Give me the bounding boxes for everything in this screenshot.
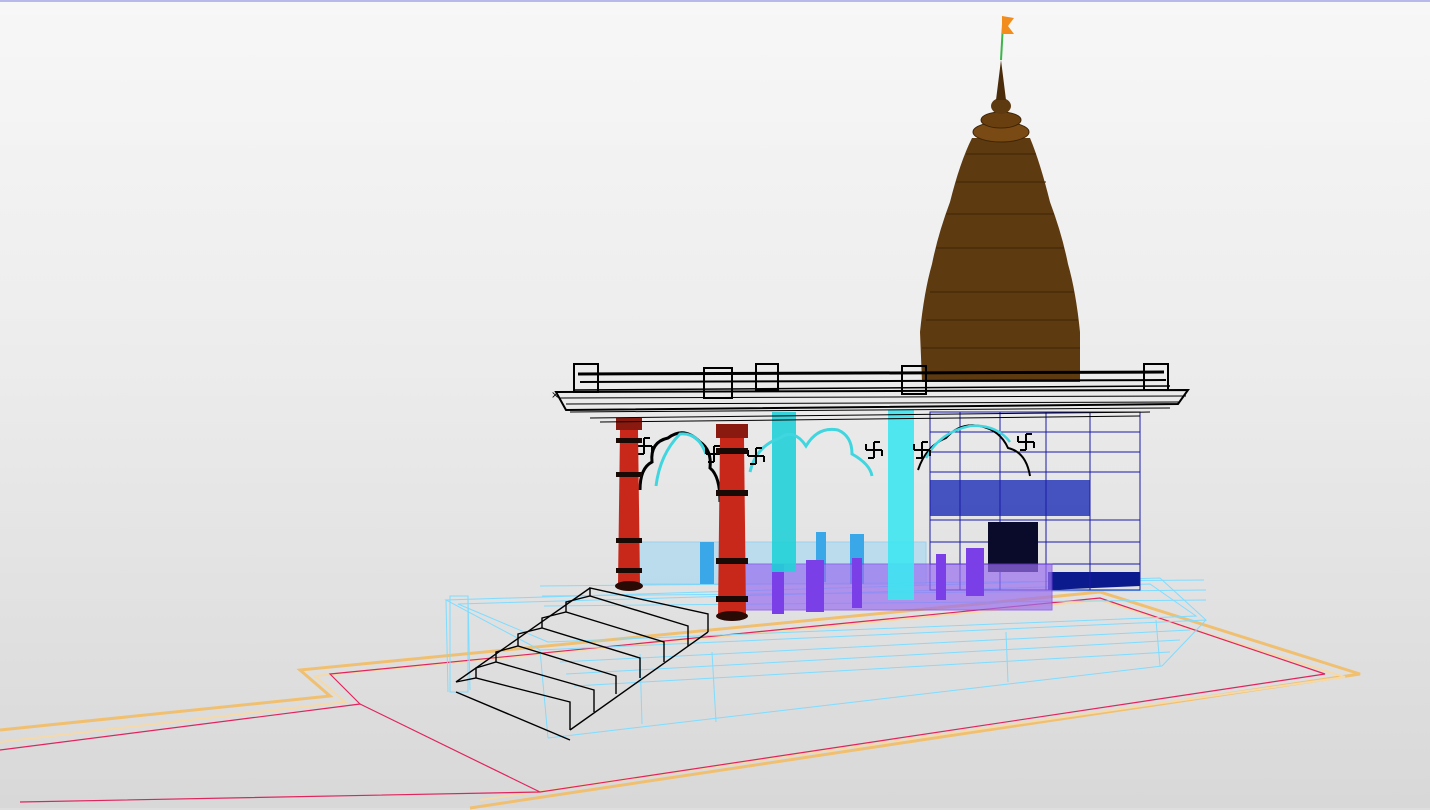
platform-post bbox=[1155, 619, 1161, 667]
flag bbox=[1002, 16, 1014, 34]
parapet-post bbox=[755, 363, 779, 391]
shikhara bbox=[920, 16, 1080, 382]
boundary-red-diag bbox=[359, 703, 541, 793]
roof-marker: × bbox=[551, 390, 559, 401]
boundary-red bbox=[0, 597, 1326, 803]
pillar-capital bbox=[616, 418, 642, 430]
stair-stringer bbox=[569, 631, 709, 731]
roof-slab: × bbox=[551, 363, 1190, 423]
pillar-band bbox=[716, 558, 748, 564]
sanctum-frame bbox=[929, 411, 1141, 591]
finial bbox=[996, 60, 1006, 100]
red-pillar-left bbox=[615, 418, 643, 591]
railing-post bbox=[806, 560, 824, 612]
red-pillar-right bbox=[716, 424, 748, 621]
3d-viewport[interactable]: × bbox=[0, 0, 1430, 810]
pillar-base bbox=[716, 611, 748, 621]
red-pillars bbox=[615, 418, 748, 621]
platform-front-edge bbox=[445, 599, 449, 693]
stair-stringer bbox=[455, 691, 571, 741]
amalaka-ring bbox=[980, 111, 1022, 129]
roof-edge bbox=[559, 395, 1187, 399]
arch bbox=[917, 424, 1031, 477]
pillar-shaft bbox=[718, 438, 746, 614]
arch bbox=[924, 424, 1011, 459]
arch bbox=[654, 432, 708, 487]
stair-step bbox=[541, 611, 665, 662]
railing-post bbox=[936, 554, 946, 600]
railing-post bbox=[852, 558, 862, 608]
sanctum-base bbox=[1048, 572, 1140, 590]
swastika-icon bbox=[1017, 433, 1035, 451]
platform-post bbox=[711, 651, 717, 723]
stair-step bbox=[455, 677, 571, 730]
shikhara-body bbox=[920, 138, 1080, 382]
kalash bbox=[991, 98, 1011, 114]
arch bbox=[638, 431, 722, 503]
pillar-band bbox=[616, 538, 642, 543]
pillar-band bbox=[616, 472, 642, 477]
pillar-band bbox=[716, 448, 748, 454]
railing-post bbox=[700, 542, 714, 584]
roof-edge bbox=[565, 401, 1181, 405]
temple-model-canvas[interactable]: × bbox=[0, 2, 1430, 810]
boundary-yellow-inner bbox=[0, 598, 1346, 801]
pillar-band bbox=[616, 568, 642, 573]
pillar-base bbox=[615, 581, 643, 591]
pillar-shaft bbox=[618, 430, 640, 584]
parapet-post bbox=[573, 363, 599, 393]
pillar-band bbox=[616, 438, 642, 443]
stairs bbox=[455, 587, 709, 741]
stair-step bbox=[475, 661, 595, 712]
railing-post bbox=[966, 548, 984, 596]
parapet-rail bbox=[577, 370, 1165, 376]
sanctum-band bbox=[930, 480, 1090, 516]
pillar-band bbox=[716, 596, 748, 602]
swastika-icon bbox=[865, 441, 883, 459]
pillar-band bbox=[716, 490, 748, 496]
cyan-pillar bbox=[888, 410, 914, 600]
roof-top bbox=[554, 388, 1190, 412]
pillar-capital bbox=[716, 424, 748, 438]
arch bbox=[748, 427, 874, 477]
